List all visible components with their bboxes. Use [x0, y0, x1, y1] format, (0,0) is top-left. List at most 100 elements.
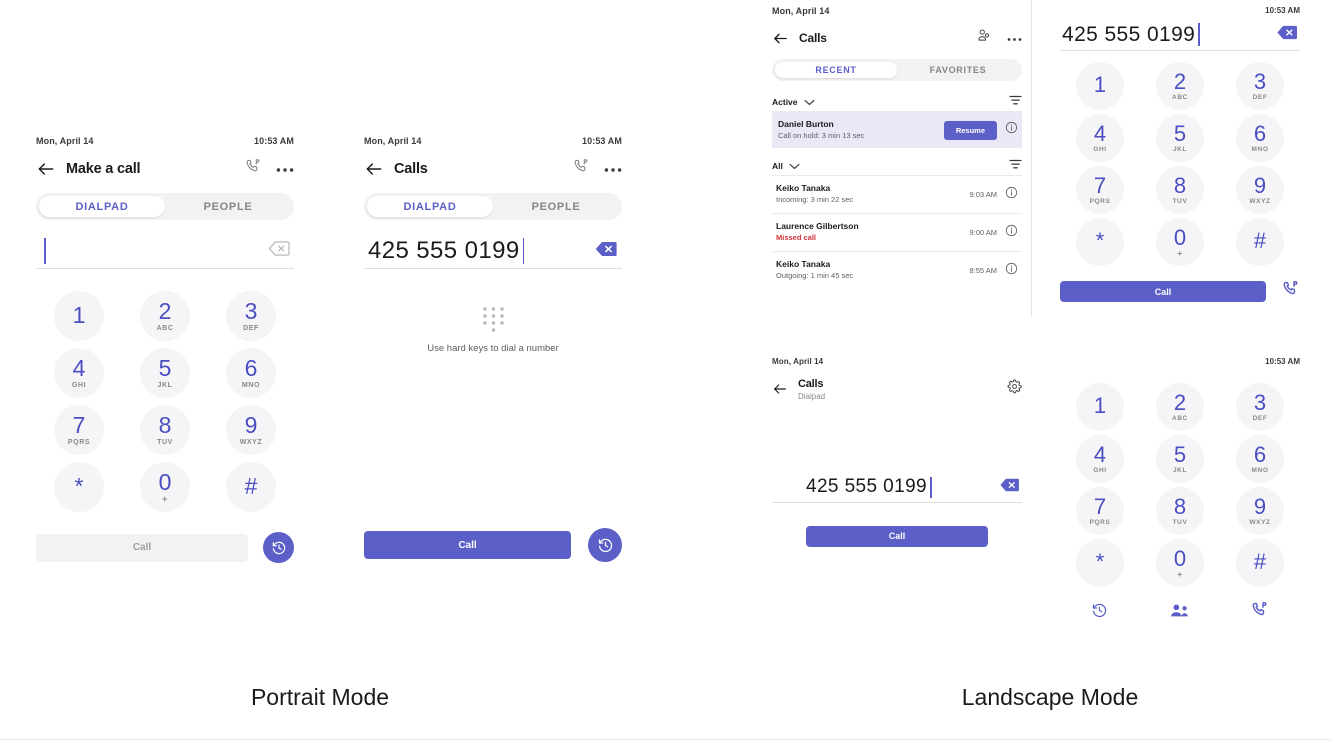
key-5[interactable]: 5 JKL	[140, 348, 190, 398]
key-0[interactable]: 0 +	[140, 462, 190, 512]
table-row[interactable]: Laurence Gilbertson Missed call 9:00 AM	[772, 214, 1022, 251]
back-arrow-icon[interactable]	[772, 30, 789, 47]
info-icon[interactable]	[1005, 262, 1018, 280]
tab-people[interactable]: PEOPLE	[165, 196, 291, 217]
tab-dialpad[interactable]: DIALPAD	[39, 196, 165, 217]
number-input[interactable]: 425 555 0199	[1062, 23, 1276, 47]
key-4[interactable]: 4 GHI	[54, 348, 104, 398]
key-9[interactable]: 9 WXYZ	[1236, 166, 1284, 214]
key-7[interactable]: 7 PQRS	[1076, 166, 1124, 214]
key-7[interactable]: 7 PQRS	[1076, 487, 1124, 535]
number-input-row[interactable]	[36, 234, 294, 269]
call-history-icon[interactable]	[1091, 602, 1108, 624]
call-history-button[interactable]	[588, 528, 622, 562]
key-8[interactable]: 8 TUV	[140, 405, 190, 455]
key-0[interactable]: 0 +	[1156, 539, 1204, 587]
key-hash[interactable]: #	[1236, 539, 1284, 587]
key-1[interactable]: 1	[1076, 62, 1124, 110]
tab-dialpad[interactable]: DIALPAD	[367, 196, 493, 217]
table-row[interactable]: Keiko Tanaka Outgoing: 1 min 45 sec 8:55…	[772, 252, 1022, 289]
info-icon[interactable]	[1005, 224, 1018, 242]
more-options-icon[interactable]	[1007, 29, 1022, 47]
key-hash[interactable]: #	[1236, 218, 1284, 266]
key-letters: PQRS	[67, 439, 91, 446]
screenshot-root: Mon, April 14 10:53 AM Make a call DIALP…	[0, 0, 1331, 740]
call-time: 9:03 AM	[969, 190, 997, 199]
key-3[interactable]: 3 DEF	[1236, 62, 1284, 110]
key-0[interactable]: 0 +	[1156, 218, 1204, 266]
key-star[interactable]: *	[54, 462, 104, 512]
table-row[interactable]: Daniel Burton Call on hold: 3 min 13 sec…	[772, 112, 1022, 148]
call-time: 9:00 AM	[969, 228, 997, 237]
number-input-row[interactable]: 425 555 0199	[1060, 19, 1300, 51]
backspace-outline-icon[interactable]	[268, 240, 290, 262]
chevron-down-icon[interactable]	[804, 93, 815, 111]
key-4[interactable]: 4 GHI	[1076, 114, 1124, 162]
key-5[interactable]: 5 JKL	[1156, 435, 1204, 483]
back-arrow-icon[interactable]	[772, 381, 788, 397]
key-6[interactable]: 6 MNO	[226, 348, 276, 398]
key-2[interactable]: 2 ABC	[1156, 62, 1204, 110]
header-actions	[245, 158, 294, 180]
key-hash[interactable]: #	[226, 462, 276, 512]
key-4[interactable]: 4 GHI	[1076, 435, 1124, 483]
section-header-all[interactable]: All	[772, 157, 1022, 175]
filter-icon[interactable]	[1009, 93, 1022, 111]
people-icon[interactable]	[1170, 603, 1189, 623]
number-input[interactable]	[44, 238, 268, 264]
number-input[interactable]: 425 555 0199	[806, 476, 999, 498]
call-button[interactable]: Call	[806, 525, 988, 547]
back-arrow-icon[interactable]	[36, 159, 56, 179]
info-icon[interactable]	[1005, 121, 1018, 139]
add-contact-icon[interactable]	[976, 28, 991, 48]
key-8[interactable]: 8 TUV	[1156, 487, 1204, 535]
key-6[interactable]: 6 MNO	[1236, 435, 1284, 483]
key-star[interactable]: *	[1076, 218, 1124, 266]
key-6[interactable]: 6 MNO	[1236, 114, 1284, 162]
filter-icon[interactable]	[1009, 157, 1022, 175]
section-header-active[interactable]: Active	[772, 93, 1022, 111]
key-letters: MNO	[1251, 466, 1269, 474]
page-title: Calls	[394, 161, 428, 177]
call-button[interactable]: Call	[1060, 281, 1266, 302]
resume-button[interactable]: Resume	[943, 120, 997, 140]
key-7[interactable]: 7 PQRS	[54, 405, 104, 455]
pivot-tabs: RECENT FAVORITES	[772, 59, 1022, 81]
phone-park-icon[interactable]	[573, 158, 590, 180]
key-5[interactable]: 5 JKL	[1156, 114, 1204, 162]
key-1[interactable]: 1	[1076, 383, 1124, 431]
phone-park-icon[interactable]	[1282, 280, 1300, 303]
key-3[interactable]: 3 DEF	[1236, 383, 1284, 431]
settings-gear-icon[interactable]	[1007, 379, 1022, 399]
number-input[interactable]: 425 555 0199	[368, 237, 594, 265]
key-2[interactable]: 2 ABC	[140, 291, 190, 341]
more-options-icon[interactable]	[276, 160, 294, 178]
back-arrow-icon[interactable]	[364, 159, 384, 179]
tab-people[interactable]: PEOPLE	[493, 196, 619, 217]
info-icon[interactable]	[1005, 186, 1018, 204]
call-history-button[interactable]	[263, 532, 294, 563]
tab-recent[interactable]: RECENT	[775, 62, 897, 78]
backspace-filled-icon[interactable]	[999, 477, 1020, 498]
chevron-down-icon[interactable]	[789, 157, 800, 175]
more-options-icon[interactable]	[604, 160, 622, 178]
phone-park-icon[interactable]	[245, 158, 262, 180]
key-2[interactable]: 2 ABC	[1156, 383, 1204, 431]
key-3[interactable]: 3 DEF	[226, 291, 276, 341]
key-1[interactable]: 1	[54, 291, 104, 341]
key-star[interactable]: *	[1076, 539, 1124, 587]
number-input-row[interactable]: 425 555 0199	[772, 473, 1022, 503]
number-input-row[interactable]: 425 555 0199	[364, 234, 622, 269]
backspace-filled-icon[interactable]	[1276, 24, 1298, 46]
key-9[interactable]: 9 WXYZ	[226, 405, 276, 455]
key-letters: GHI	[71, 382, 87, 389]
call-button[interactable]: Call	[36, 533, 248, 562]
key-9[interactable]: 9 WXYZ	[1236, 487, 1284, 535]
backspace-filled-icon[interactable]	[594, 240, 618, 263]
call-button[interactable]: Call	[364, 531, 571, 559]
phone-park-icon[interactable]	[1251, 601, 1269, 624]
table-row[interactable]: Keiko Tanaka Incoming: 3 min 22 sec 9:03…	[772, 176, 1022, 213]
key-8[interactable]: 8 TUV	[1156, 166, 1204, 214]
tab-favorites[interactable]: FAVORITES	[897, 62, 1019, 78]
pivot-tabs: DIALPAD PEOPLE	[36, 193, 294, 220]
